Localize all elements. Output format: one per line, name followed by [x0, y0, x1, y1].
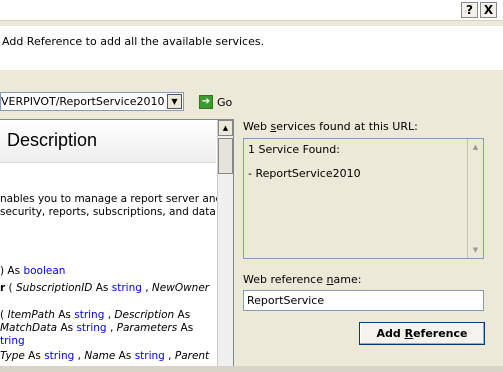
method-text: As [177, 322, 194, 334]
type-link[interactable]: string [112, 282, 142, 294]
title-bar: ? X [0, 0, 503, 21]
reference-name-label: Web reference name: [243, 273, 362, 286]
method-text: , [74, 350, 85, 362]
services-found-count: 1 Service Found: [248, 143, 340, 156]
close-button[interactable]: X [480, 2, 497, 18]
type-link[interactable]: string [135, 350, 165, 362]
type-link[interactable]: string [44, 350, 74, 362]
services-found-list[interactable]: 1 Service Found: - ReportService2010 ▲ ▼ [243, 138, 484, 259]
method-text: As [115, 350, 135, 362]
service-item: - ReportService2010 [248, 167, 361, 180]
type-link[interactable]: boolean [23, 265, 65, 277]
method-text: , [141, 282, 152, 294]
method-text: As [54, 309, 75, 321]
method-line: tring [0, 335, 25, 347]
services-scrollbar[interactable]: ▲ ▼ [467, 139, 483, 258]
method-text: , [106, 322, 117, 334]
description-scrollbar[interactable]: ▲ [217, 120, 233, 372]
scroll-thumb[interactable] [218, 138, 233, 174]
method-text: Type [0, 350, 25, 362]
method-text: Name [84, 350, 116, 362]
method-text: ItemPath [7, 309, 55, 321]
description-title: Description [7, 130, 98, 150]
method-line: r ( SubscriptionID As string , NewOwner [0, 282, 209, 294]
chevron-down-icon[interactable]: ▼ [167, 94, 182, 109]
method-text: As [92, 282, 112, 294]
description-header: Description [0, 120, 216, 163]
method-line: ( ItemPath As string , Description As [0, 309, 190, 321]
method-line: ) As boolean [0, 265, 65, 277]
intro-line-2: security, reports, subscriptions, and da… [0, 206, 216, 218]
method-text: NewOwner [151, 282, 210, 294]
reference-name-input[interactable]: ReportService [243, 290, 484, 311]
service-description-pane[interactable]: Description nables you to manage a repor… [0, 119, 234, 372]
type-link[interactable]: string [74, 309, 104, 321]
go-button[interactable]: ➔ Go [199, 95, 232, 109]
intro-line-1: nables you to manage a report server and [0, 193, 223, 205]
scroll-up-icon[interactable]: ▲ [218, 120, 233, 136]
type-link[interactable]: tring [0, 335, 25, 347]
method-line: Type As string , Name As string , Parent [0, 350, 209, 362]
add-reference-button[interactable]: Add Reference [359, 322, 485, 345]
scroll-down-icon[interactable]: ▼ [468, 243, 483, 257]
dialog-bottom-edge [0, 366, 503, 372]
scroll-up-icon[interactable]: ▲ [468, 140, 483, 154]
method-text: MatchData [0, 322, 58, 334]
method-text: ) As [0, 265, 24, 277]
method-text: Parent [174, 350, 210, 362]
method-text: As [57, 322, 77, 334]
method-text: Description [114, 309, 175, 321]
url-value[interactable]: VERPIVOT/ReportService2010.asmx [1, 95, 165, 108]
type-link[interactable]: string [76, 322, 106, 334]
method-text: Parameters [116, 322, 178, 334]
method-text: , [164, 350, 175, 362]
method-text: ( [5, 282, 16, 294]
go-arrow-icon: ➔ [199, 95, 213, 109]
method-text: As [174, 309, 191, 321]
method-text: As [24, 350, 45, 362]
url-combobox[interactable]: VERPIVOT/ReportService2010.asmx ▼ [0, 92, 184, 111]
method-text: , [104, 309, 115, 321]
go-label: Go [217, 95, 233, 109]
method-text: SubscriptionID [15, 282, 93, 294]
instruction-text: Add Reference to add all the available s… [0, 26, 503, 70]
help-button[interactable]: ? [461, 2, 478, 18]
method-line: MatchData As string , Parameters As [0, 322, 193, 334]
services-found-label: Web services found at this URL: [243, 120, 418, 133]
